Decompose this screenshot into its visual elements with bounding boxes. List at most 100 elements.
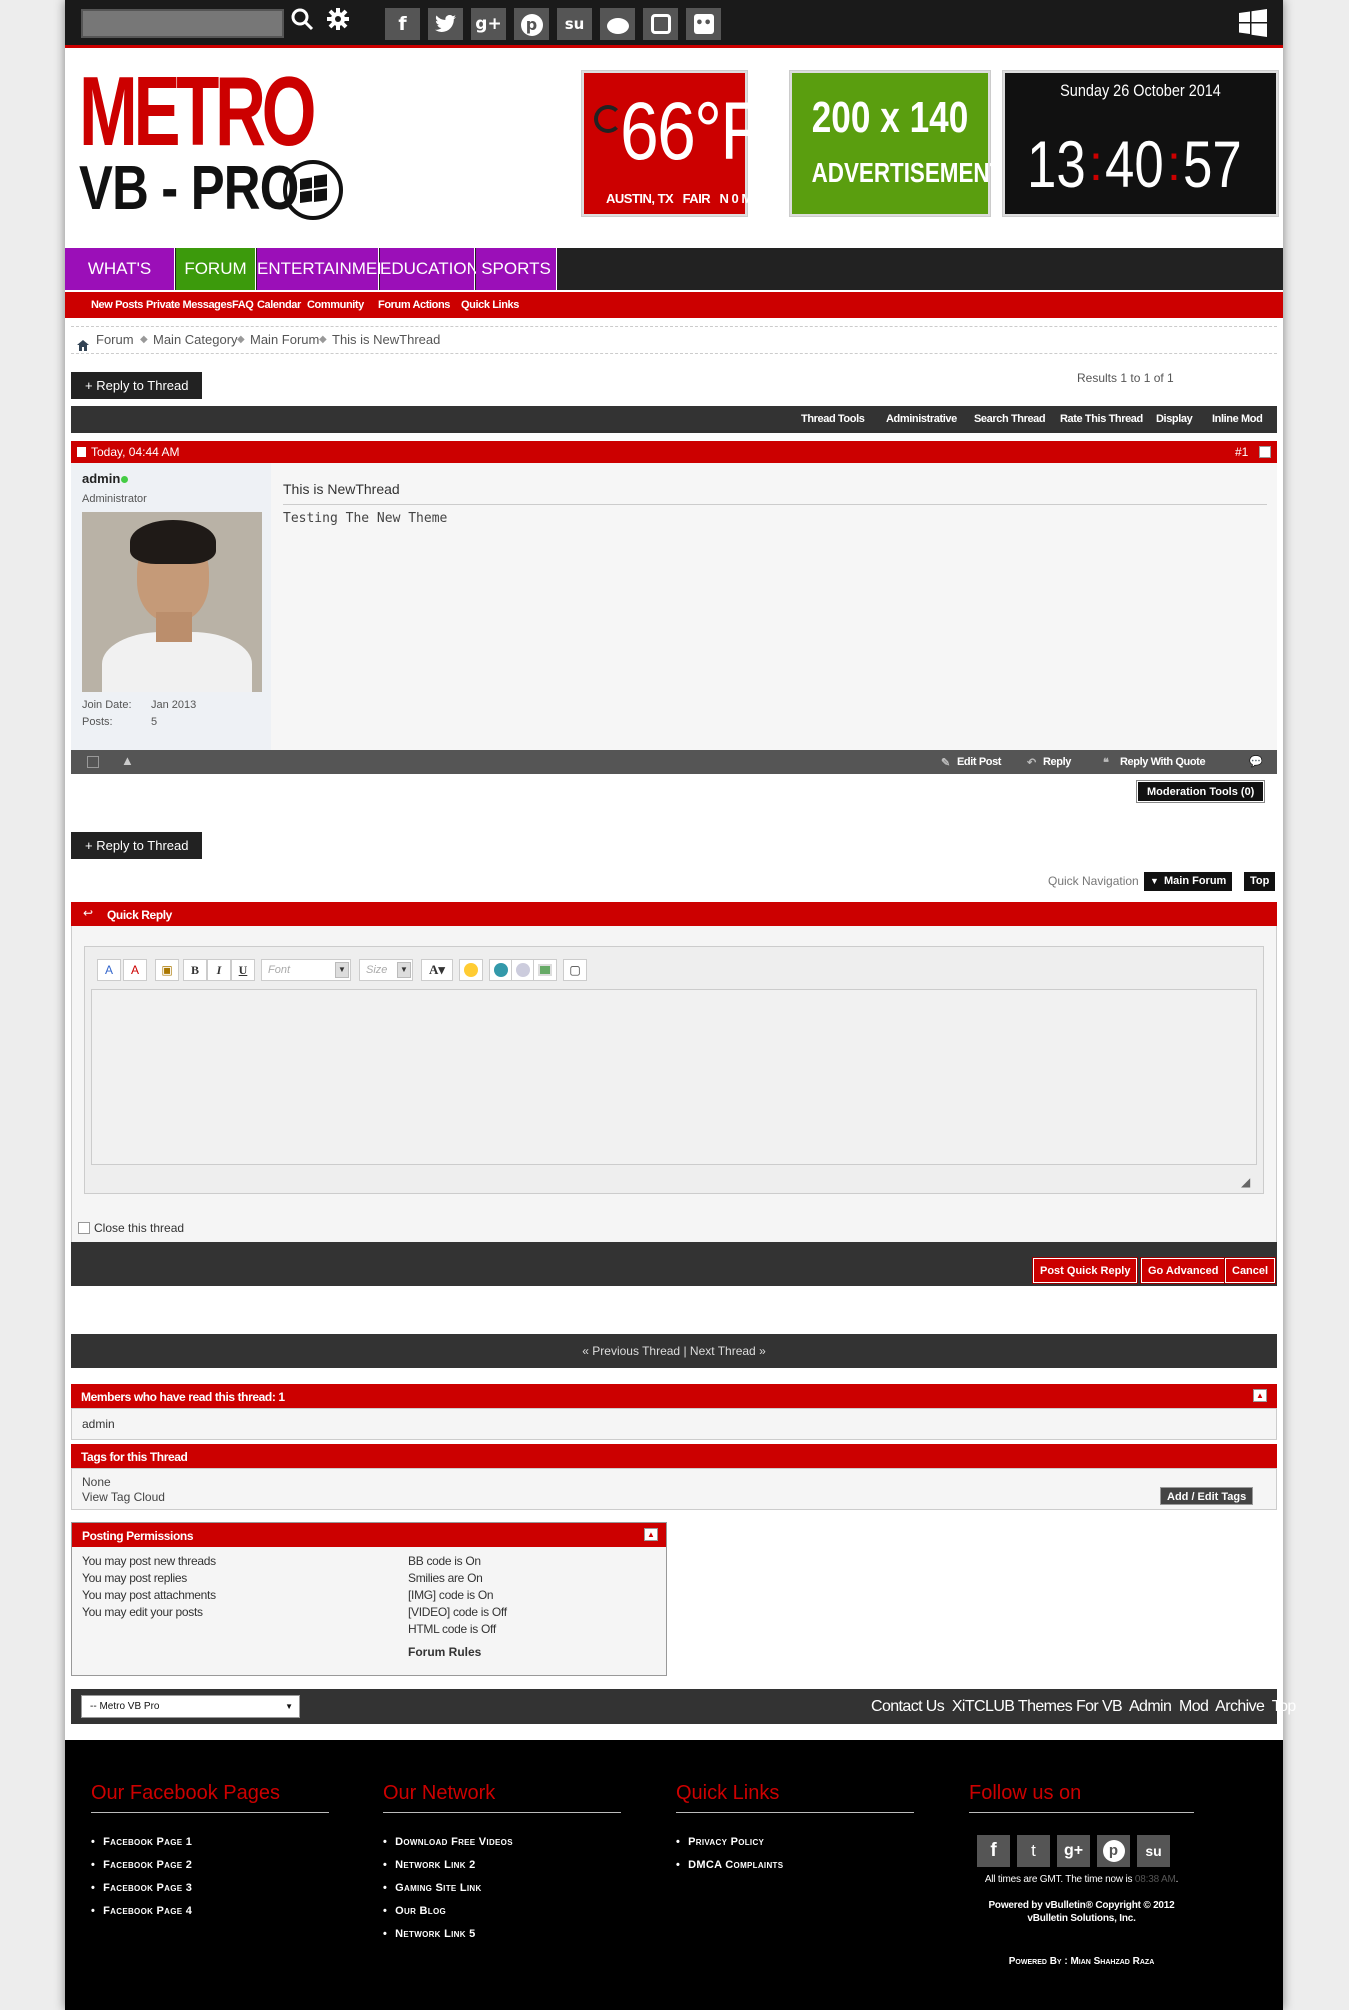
members-read-user[interactable]: admin (82, 1417, 115, 1431)
advertisement-tile[interactable]: 200 x 140 ADVERTISEMENT (789, 70, 1003, 217)
reply-to-thread-button[interactable]: + Reply to Thread (71, 372, 203, 399)
breadcrumb-main-forum[interactable]: Main Forum (250, 327, 319, 353)
footer-stumbleupon-icon[interactable]: su (1137, 1835, 1170, 1867)
instagram-icon[interactable] (643, 8, 678, 40)
network-link[interactable]: Network Link 5 (383, 1928, 476, 1940)
contact-us-link[interactable]: Contact Us (871, 1698, 945, 1715)
add-edit-tags-button[interactable]: Add / Edit Tags (1160, 1487, 1254, 1505)
post-number[interactable]: #1 (1235, 445, 1248, 459)
logo-vb-pro[interactable]: VB - PRO (79, 158, 299, 220)
search-icon[interactable] (287, 7, 317, 39)
quick-navigation-select[interactable]: ▼ Main Forum (1144, 872, 1233, 891)
stumbleupon-icon[interactable]: su (557, 8, 592, 40)
smilies-setting[interactable]: Smilies are On (408, 1570, 507, 1587)
ip-icon[interactable] (87, 756, 99, 768)
img-setting[interactable]: [IMG] code is On (408, 1587, 507, 1604)
bbcode-setting[interactable]: BB code is On (408, 1553, 507, 1570)
facebook-page-link[interactable]: Facebook Page 1 (91, 1836, 192, 1848)
subnav-forum-actions[interactable]: Forum Actions (378, 292, 450, 318)
post-quick-reply-button[interactable]: Post Quick Reply (1031, 1257, 1139, 1284)
nav-entertainment[interactable]: ENTERTAINMENT (257, 248, 400, 290)
post-select-checkbox[interactable] (1259, 446, 1271, 458)
thread-tools-menu[interactable]: Thread Tools (801, 413, 865, 425)
breadcrumb-main-category[interactable]: Main Category (153, 327, 238, 353)
insert-link-icon[interactable] (489, 959, 513, 981)
privacy-policy-link[interactable]: Privacy Policy (676, 1836, 764, 1848)
bold-icon[interactable]: B (183, 959, 207, 981)
footer-google-plus-icon[interactable]: g+ (1057, 1835, 1090, 1867)
forum-rules-link[interactable]: Forum Rules (408, 1645, 481, 1659)
smilies-icon[interactable] (459, 959, 483, 981)
facebook-icon[interactable]: f (385, 8, 420, 40)
rate-thread-menu[interactable]: Rate This Thread (1060, 413, 1143, 425)
moderation-tools-button[interactable]: Moderation Tools (0) (1135, 780, 1266, 803)
network-link[interactable]: Gaming Site Link (383, 1882, 482, 1894)
multiquote-icon[interactable]: 💬 (1249, 755, 1263, 768)
insert-image-icon[interactable] (533, 959, 557, 981)
nav-forum[interactable]: FORUM (176, 248, 256, 290)
admin-link[interactable]: Admin (1129, 1698, 1172, 1715)
gear-icon[interactable] (323, 7, 353, 39)
inline-mod-menu[interactable]: Inline Mod (1212, 413, 1263, 425)
dmca-link[interactable]: DMCA Complaints (676, 1859, 783, 1871)
home-icon[interactable] (77, 334, 89, 351)
collapse-icon[interactable]: ▲ (1253, 1389, 1267, 1402)
windows-icon[interactable] (1239, 9, 1267, 37)
top-link-button[interactable]: Top (1244, 872, 1276, 891)
subnav-private-messages[interactable]: Private Messages (146, 292, 232, 318)
network-link[interactable]: Our Blog (383, 1905, 446, 1917)
pinterest-icon[interactable]: p (514, 8, 549, 40)
video-setting[interactable]: [VIDEO] code is Off (408, 1604, 507, 1621)
footer-twitter-icon[interactable]: t (1017, 1835, 1050, 1867)
remove-link-icon[interactable] (511, 959, 535, 981)
top-link[interactable]: Top (1272, 1698, 1297, 1715)
network-link[interactable]: Network Link 2 (383, 1859, 476, 1871)
close-thread-checkbox[interactable] (78, 1222, 90, 1234)
powered-by-author[interactable]: Powered By : Mian Shahzad Raza (969, 1956, 1194, 1967)
subnav-community[interactable]: Community (307, 292, 364, 318)
twitter-icon[interactable] (428, 8, 463, 40)
subnav-new-posts[interactable]: New Posts (91, 292, 143, 318)
google-plus-icon[interactable]: g+ (471, 8, 506, 40)
subnav-calendar[interactable]: Calendar (257, 292, 301, 318)
edit-post-button[interactable]: Edit Post (957, 756, 1001, 768)
message-textarea[interactable] (91, 989, 1257, 1165)
nav-education[interactable]: EDUCATION (380, 248, 479, 290)
network-link[interactable]: Download Free Videos (383, 1836, 513, 1848)
style-chooser-select[interactable]: -- Metro VB Pro ▼ (81, 1695, 300, 1718)
weather-refresh-icon[interactable] (594, 105, 622, 133)
subnav-quick-links[interactable]: Quick Links (461, 292, 519, 318)
cancel-button[interactable]: Cancel (1223, 1257, 1277, 1284)
remove-format-icon[interactable]: A (97, 959, 121, 981)
text-color-icon[interactable]: A▾ (421, 959, 453, 981)
avatar[interactable] (82, 512, 262, 692)
facebook-page-link[interactable]: Facebook Page 4 (91, 1905, 192, 1917)
next-thread-link[interactable]: Next Thread (690, 1344, 756, 1358)
nav-whats-new[interactable]: WHAT'S NEW? (65, 248, 175, 320)
post-username[interactable]: admin (82, 471, 120, 486)
quote-insert-icon[interactable]: ▢ (563, 959, 587, 981)
footer-facebook-icon[interactable]: f (977, 1835, 1010, 1867)
wysiwyg-toggle-icon[interactable]: A (123, 959, 147, 981)
facebook-page-link[interactable]: Facebook Page 3 (91, 1882, 192, 1894)
archive-link[interactable]: Archive (1215, 1698, 1265, 1715)
collapse-icon[interactable]: ▲ (644, 1528, 658, 1541)
powered-by-vbulletin[interactable]: Powered by vBulletin® Copyright © 2012 (969, 1900, 1194, 1911)
nav-sports[interactable]: SPORTS (476, 248, 557, 290)
report-icon[interactable]: ▲ (121, 753, 134, 768)
reply-to-thread-button-bottom[interactable]: + Reply to Thread (71, 832, 203, 859)
mod-link[interactable]: Mod (1179, 1698, 1209, 1715)
facebook-page-link[interactable]: Facebook Page 2 (91, 1859, 192, 1871)
size-dropdown-icon[interactable]: ▼ (397, 962, 411, 978)
reply-with-quote-button[interactable]: Reply With Quote (1120, 756, 1206, 768)
search-input[interactable] (81, 9, 284, 38)
reply-button[interactable]: Reply (1043, 756, 1071, 768)
go-advanced-button[interactable]: Go Advanced (1140, 1257, 1227, 1284)
paste-icon[interactable]: ▣ (155, 959, 179, 981)
footer-pinterest-icon[interactable]: p (1097, 1835, 1130, 1867)
flickr-icon[interactable]: •• (686, 8, 721, 40)
administrative-menu[interactable]: Administrative (886, 413, 957, 425)
display-menu[interactable]: Display (1156, 413, 1193, 425)
resize-handle-icon[interactable]: ◢ (1241, 1175, 1250, 1189)
font-dropdown-icon[interactable]: ▼ (335, 962, 349, 978)
